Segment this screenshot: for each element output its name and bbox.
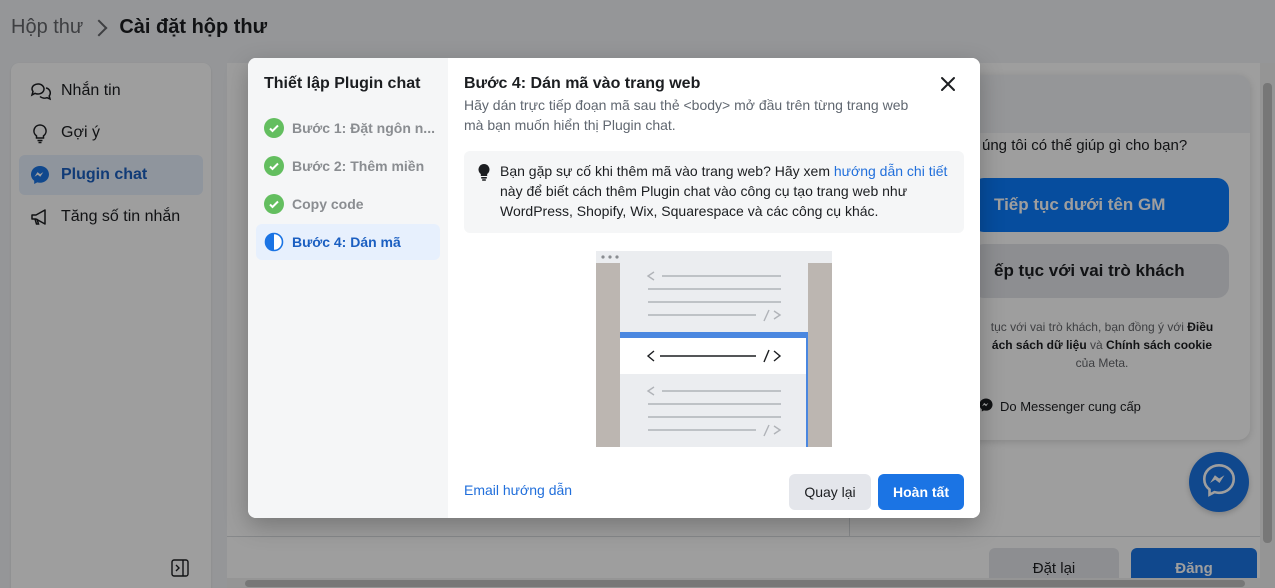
- step-3[interactable]: Copy code: [256, 186, 440, 222]
- lightbulb-icon: [476, 163, 492, 181]
- checkmark-icon: [264, 118, 284, 138]
- half-circle-progress-icon: [264, 232, 284, 252]
- paste-code-illustration: [596, 251, 832, 447]
- checkmark-icon: [264, 156, 284, 176]
- finish-button[interactable]: Hoàn tất: [878, 474, 964, 510]
- steps-panel: Thiết lập Plugin chat Bước 1: Đặt ngôn n…: [248, 58, 448, 518]
- dialog-title: Bước 4: Dán mã vào trang web: [464, 75, 701, 92]
- help-tip: Bạn gặp sự cố khi thêm mã vào trang web?…: [464, 151, 964, 233]
- plugin-setup-dialog: Thiết lập Plugin chat Bước 1: Đặt ngôn n…: [248, 58, 980, 518]
- checkmark-icon: [264, 194, 284, 214]
- step-content: Bước 4: Dán mã vào trang web Hãy dán trự…: [448, 58, 980, 518]
- steps-title: Thiết lập Plugin chat: [264, 75, 421, 92]
- dialog-subtitle: Hãy dán trực tiếp đoạn mã sau thẻ <body>…: [464, 97, 909, 133]
- close-icon[interactable]: [938, 74, 958, 94]
- step-1[interactable]: Bước 1: Đặt ngôn n...: [256, 110, 440, 146]
- back-button[interactable]: Quay lại: [789, 474, 871, 510]
- step-2[interactable]: Bước 2: Thêm miền: [256, 148, 440, 184]
- email-instructions-link[interactable]: Email hướng dẫn: [464, 482, 572, 498]
- detailed-guide-link[interactable]: hướng dẫn chi tiết: [834, 163, 948, 179]
- step-4[interactable]: Bước 4: Dán mã: [256, 224, 440, 260]
